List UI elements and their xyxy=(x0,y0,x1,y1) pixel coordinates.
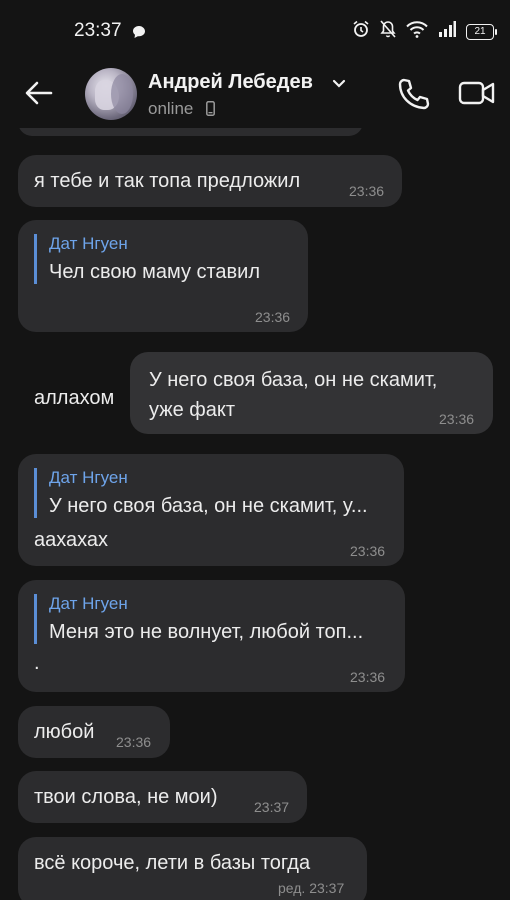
message-time: 23:36 xyxy=(116,734,152,750)
message-bubble-partial[interactable] xyxy=(18,128,363,136)
back-button[interactable] xyxy=(22,76,56,110)
message-text: . xyxy=(34,652,40,674)
message-time: 23:36 xyxy=(350,669,386,685)
reply-quote[interactable]: Дат Нгуен Чел свою маму ставил xyxy=(34,234,260,284)
reply-text: Меня это не волнует, любой топ... xyxy=(49,621,364,643)
message-time: 23:37 xyxy=(254,799,290,815)
chat-header: Андрей Лебедев online xyxy=(0,62,510,128)
wifi-icon xyxy=(406,20,428,43)
message-text: аллахом xyxy=(34,387,115,409)
message-bubble[interactable]: твои слова, не мои) 23:37 xyxy=(18,771,307,823)
message-text: Чел свою маму ставил xyxy=(49,261,261,283)
battery-level: 21 xyxy=(474,26,486,37)
battery-icon: 21 xyxy=(466,23,497,40)
reply-quote[interactable]: Дат Нгуен Меня это не волнует, любой топ… xyxy=(34,594,363,644)
message-text: уже факт xyxy=(149,399,235,421)
status-time: 23:37 xyxy=(74,20,122,41)
mute-icon xyxy=(380,20,396,43)
reply-author: Дат Нгуен xyxy=(49,234,128,253)
contact-name[interactable]: Андрей Лебедев xyxy=(148,71,313,94)
status-bar: 23:37 21 xyxy=(0,0,510,62)
reply-author: Дат Нгуен xyxy=(49,594,128,613)
chevron-down-icon[interactable] xyxy=(332,76,346,94)
message-text: аахахах xyxy=(34,529,109,551)
message-bubble[interactable]: всё короче, лети в базы тогда ред. 23:37 xyxy=(18,837,367,900)
arrow-left-icon xyxy=(25,81,53,105)
contact-status: online xyxy=(148,99,194,118)
video-camera-icon xyxy=(458,81,495,105)
message-text: У него своя база, он не скамит, xyxy=(149,369,438,391)
avatar[interactable] xyxy=(85,68,137,120)
signal-icon xyxy=(438,21,456,42)
reply-quote[interactable]: Дат Нгуен У него своя база, он не скамит… xyxy=(34,468,368,518)
message-bubble[interactable]: я тебе и так топа предложил 23:36 xyxy=(18,155,402,207)
message-text: твои слова, не мои) xyxy=(34,786,218,808)
message-bubble[interactable]: Дат Нгуен Меня это не волнует, любой топ… xyxy=(18,580,405,692)
message-time: 23:36 xyxy=(349,183,385,199)
message-icon xyxy=(132,25,146,44)
call-button[interactable] xyxy=(395,76,431,117)
message-bubble[interactable]: Дат Нгуен Чел свою маму ставил аллахом 2… xyxy=(18,220,308,409)
phone-icon xyxy=(398,78,430,110)
mobile-device-icon xyxy=(206,101,215,121)
message-bubble-outgoing[interactable]: У него своя база, он не скамит, уже факт… xyxy=(130,352,493,434)
video-call-button[interactable] xyxy=(458,79,496,112)
reply-text: У него своя база, он не скамит, у... xyxy=(49,495,368,517)
message-bubble[interactable]: Дат Нгуен У него своя база, он не скамит… xyxy=(18,454,404,566)
message-text: любой xyxy=(34,721,95,743)
message-list[interactable]: я тебе и так топа предложил 23:36 Дат Нг… xyxy=(0,128,510,900)
message-time: ред. 23:37 xyxy=(278,880,345,896)
message-time: 23:36 xyxy=(350,543,386,559)
message-text: всё короче, лети в базы тогда xyxy=(34,852,311,874)
alarm-icon xyxy=(352,20,370,43)
message-time: 23:36 xyxy=(255,309,291,325)
message-text: я тебе и так топа предложил xyxy=(34,170,301,192)
message-bubble[interactable]: любой 23:36 xyxy=(18,706,170,758)
reply-author: Дат Нгуен xyxy=(49,468,128,487)
message-time: 23:36 xyxy=(439,411,475,427)
